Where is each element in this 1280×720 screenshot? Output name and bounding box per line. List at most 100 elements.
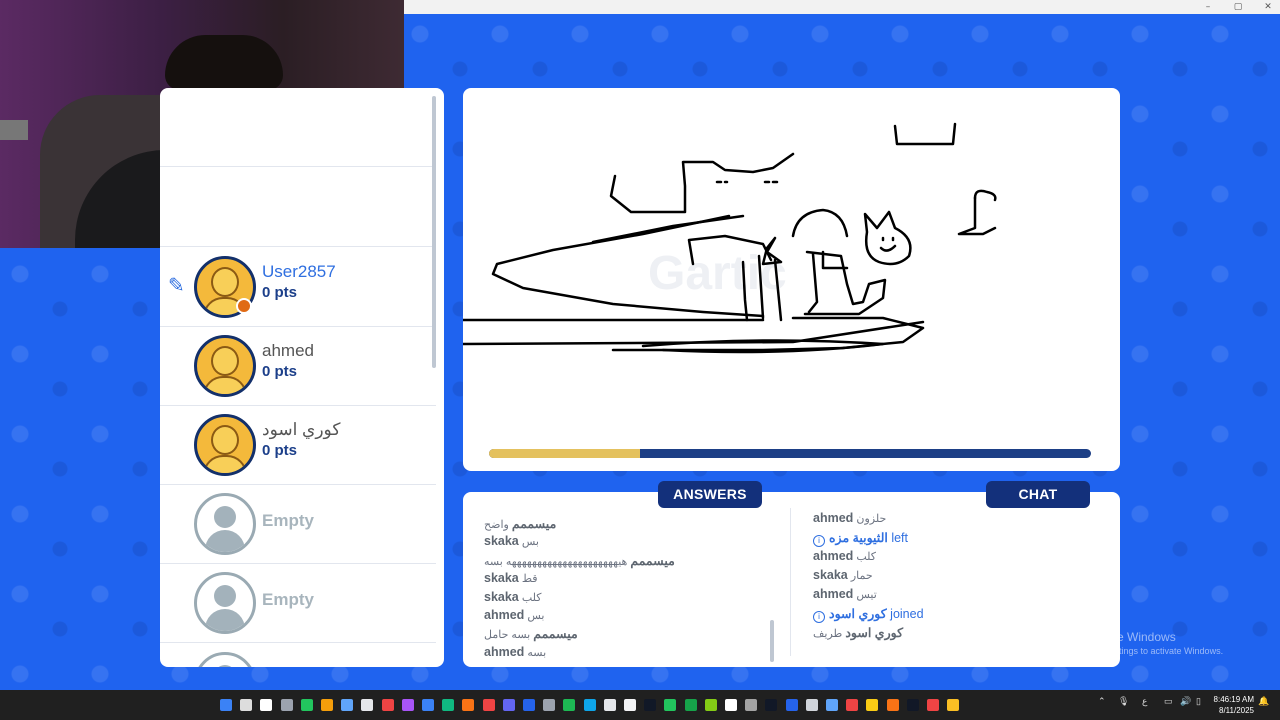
notification-icon[interactable]: 🔔 (1258, 696, 1269, 707)
answer-message: skaka كلب (484, 590, 542, 604)
answer-user: skaka (484, 589, 519, 604)
empty-slot-label: Empty (262, 590, 314, 609)
taskbar-app-icon[interactable] (341, 699, 354, 711)
chat-system-message: i كوري اسود joined (813, 606, 924, 623)
answer-user: ميسممم (511, 517, 557, 531)
answer-message: skaka قط (484, 571, 538, 585)
taskbar-app-icon[interactable] (583, 699, 596, 711)
player-name: ahmed (262, 341, 314, 360)
taskbar-app-icon[interactable] (381, 699, 394, 711)
chat-text: كلب (853, 551, 877, 563)
chat-text: تيس (853, 589, 877, 601)
player-row[interactable]: ✎ User2857 0 pts (160, 248, 436, 327)
answer-text: قط (518, 573, 538, 586)
taskbar-app-icon[interactable] (401, 699, 414, 711)
taskbar-app-icon[interactable] (684, 699, 697, 711)
drawing-strokes (463, 122, 997, 354)
taskbar-app-icon[interactable] (462, 699, 475, 711)
taskbar-app-icon[interactable] (543, 699, 556, 711)
players-panel: ✎ User2857 0 pts ahmed 0 pts كوري اسود 0… (160, 88, 444, 667)
language-indicator[interactable]: ع (1142, 696, 1147, 707)
taskbar-app-icon[interactable] (260, 699, 273, 711)
battery-icon[interactable]: ▯ (1196, 696, 1201, 707)
taskbar-app-icon[interactable] (846, 699, 859, 711)
chat-user: كوري اسود (829, 607, 887, 621)
chat-text: حلزون (853, 513, 887, 525)
taskbar-app-icon[interactable] (745, 699, 758, 711)
taskbar-app-icon[interactable] (725, 699, 737, 711)
start-icon[interactable] (220, 699, 232, 711)
clock-date: 8/11/2025 (1219, 706, 1254, 715)
answer-text: بسه حامل (484, 629, 534, 642)
player-points: 0 pts (262, 442, 298, 459)
chat-user: الثيوبية مزه (829, 531, 888, 545)
player-row-empty (160, 644, 436, 667)
chat-text: حمار (847, 570, 873, 582)
avatar (194, 414, 256, 476)
maximize-icon[interactable]: ▢ (1230, 0, 1246, 14)
taskbar-app-icon[interactable] (482, 699, 495, 711)
taskbar-app-icon[interactable] (603, 699, 616, 711)
taskbar-app-icon[interactable] (785, 699, 798, 711)
volume-icon[interactable]: 🔊 (1180, 696, 1191, 707)
taskbar-app-icon[interactable] (805, 699, 818, 711)
chat-text: طريف (813, 628, 846, 640)
answer-message: ahmed بس (484, 608, 544, 622)
taskbar-app-icon[interactable] (563, 699, 576, 711)
taskbar-app-icon[interactable] (523, 699, 535, 711)
answer-user: ahmed (484, 644, 525, 659)
answer-text: هيهههههههههههههههههههههه بسه (484, 555, 631, 568)
answer-message: skaka بس (484, 534, 539, 548)
answer-user: skaka (484, 571, 519, 586)
chat-user: ahmed (813, 587, 854, 601)
taskbar-app-icon[interactable] (886, 699, 899, 711)
answer-text: كلب (518, 591, 542, 604)
answer-user: ahmed (484, 608, 525, 622)
taskbar-app-icon[interactable] (826, 699, 838, 711)
taskbar-app-icon[interactable] (442, 699, 455, 711)
chat-text: joined (886, 607, 924, 621)
chevron-up-icon[interactable]: ⌃ (1098, 696, 1106, 707)
answers-scrollbar[interactable] (770, 620, 774, 662)
taskbar-app-icon[interactable] (624, 699, 636, 711)
taskbar-app-icon[interactable] (280, 699, 293, 711)
taskbar-app-icon[interactable] (927, 699, 939, 711)
taskbar-app-icon[interactable] (947, 699, 960, 711)
chat-message: ahmed تيس (813, 587, 877, 601)
player-name: كوري اسود (262, 420, 341, 439)
taskbar-clock[interactable]: 8:46:19 AM 8/11/2025 (1210, 694, 1254, 716)
player-row[interactable]: كوري اسود 0 pts (160, 406, 436, 485)
taskbar-app-icon[interactable] (422, 699, 434, 711)
taskbar-app-icon[interactable] (906, 699, 919, 711)
search-icon[interactable] (240, 699, 253, 711)
taskbar: ⌃ 🎙 ع ▭ 🔊 ▯ 8:46:19 AM 8/11/2025 🔔 (0, 690, 1280, 720)
taskbar-app-icon[interactable] (361, 699, 374, 711)
player-row[interactable]: ahmed 0 pts (160, 327, 436, 406)
tab-chat[interactable]: CHAT (986, 481, 1090, 508)
taskbar-app-icon[interactable] (866, 699, 879, 711)
tab-answers[interactable]: ANSWERS (658, 481, 762, 508)
drawing-canvas[interactable]: Gartic (463, 88, 1120, 471)
taskbar-app-icon[interactable] (765, 699, 778, 711)
player-row-empty: Empty (160, 485, 436, 564)
player-points: 0 pts (262, 363, 298, 380)
taskbar-app-icon[interactable] (664, 699, 677, 711)
answer-message: ميسممم بسه حامل (484, 626, 578, 641)
network-icon[interactable]: ▭ (1164, 696, 1173, 707)
close-icon[interactable]: ✕ (1260, 0, 1276, 14)
microphone-icon[interactable]: 🎙 (1118, 696, 1129, 707)
info-icon: i (813, 611, 825, 623)
taskbar-app-icon[interactable] (300, 699, 313, 711)
activate-windows-watermark: Activate Windows Go to Settings to activ… (1081, 630, 1223, 656)
panel-divider (790, 508, 791, 656)
taskbar-app-icon[interactable] (704, 699, 717, 711)
answer-text: بس (524, 610, 545, 622)
taskbar-app-icon[interactable] (644, 699, 657, 711)
minimize-icon[interactable]: – (1200, 0, 1216, 14)
empty-slot-label: Empty (262, 511, 314, 530)
taskbar-app-icon[interactable] (321, 699, 333, 711)
players-scrollbar[interactable] (432, 96, 436, 368)
clock-time: 8:46:19 AM (1213, 695, 1254, 704)
answer-text: بسه (524, 646, 547, 659)
taskbar-app-icon[interactable] (502, 699, 515, 711)
